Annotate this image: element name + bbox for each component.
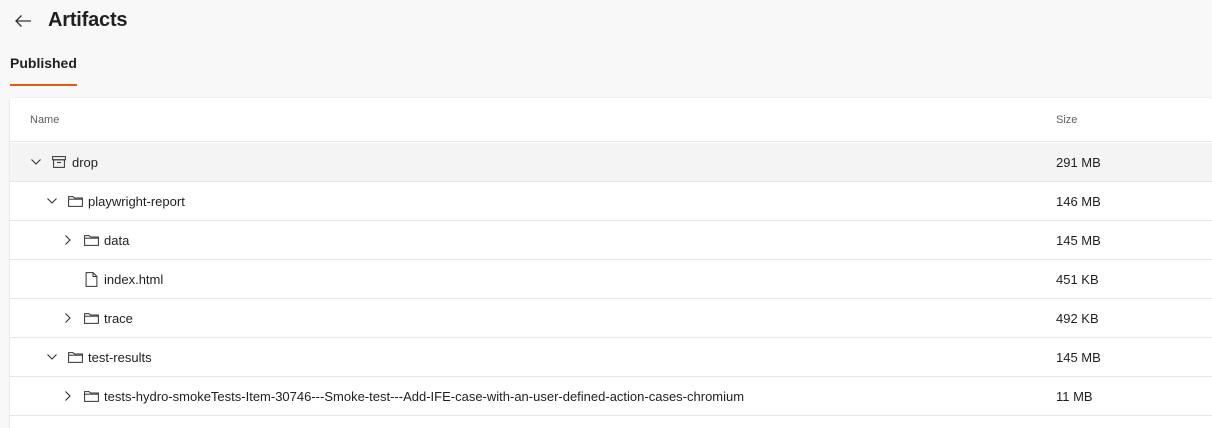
row-size: 451 KB <box>1056 272 1099 287</box>
folder-icon <box>67 349 83 365</box>
table-row[interactable]: data 145 MB <box>10 221 1212 260</box>
tab-published[interactable]: Published <box>10 52 77 86</box>
row-name: drop <box>72 155 99 170</box>
chevron-down-icon[interactable] <box>46 195 58 207</box>
row-size: 291 MB <box>1056 155 1101 170</box>
archive-icon <box>51 154 67 170</box>
folder-icon <box>83 310 99 326</box>
row-size: 146 MB <box>1056 194 1101 209</box>
chevron-down-icon[interactable] <box>46 351 58 363</box>
row-name: playwright-report <box>88 194 185 209</box>
table-row[interactable]: test-results 145 MB <box>10 338 1212 377</box>
row-name: trace <box>104 311 133 326</box>
table-row[interactable]: index.html 451 KB <box>10 260 1212 299</box>
row-size: 11 MB <box>1056 389 1093 404</box>
row-size: 145 MB <box>1056 350 1101 365</box>
page-header: Artifacts <box>0 0 1212 42</box>
column-header-size[interactable]: Size <box>1056 113 1077 127</box>
arrow-left-icon <box>14 14 32 28</box>
folder-icon <box>83 232 99 248</box>
table-row[interactable]: playwright-report 146 MB <box>10 182 1212 221</box>
column-header-name[interactable]: Name <box>30 113 59 127</box>
chevron-right-icon[interactable] <box>62 312 74 324</box>
file-icon <box>83 271 99 287</box>
chevron-down-icon[interactable] <box>30 156 42 168</box>
table-row[interactable]: drop 291 MB <box>10 143 1212 182</box>
artifacts-table: Name Size drop 291 MB playwright-report … <box>10 98 1212 428</box>
row-name: index.html <box>104 272 164 287</box>
row-name: data <box>104 233 130 248</box>
table-row[interactable]: tests-hydro-smokeTests-Item-30746---Smok… <box>10 377 1212 416</box>
row-name: test-results <box>88 350 152 365</box>
table-header: Name Size <box>10 98 1212 142</box>
folder-icon <box>67 193 83 209</box>
row-name: tests-hydro-smokeTests-Item-30746---Smok… <box>104 389 745 404</box>
row-size: 492 KB <box>1056 311 1099 326</box>
back-button[interactable] <box>12 10 34 32</box>
folder-icon <box>83 388 99 404</box>
page-title: Artifacts <box>48 9 128 31</box>
chevron-right-icon[interactable] <box>62 390 74 402</box>
tab-bar: Published <box>10 52 77 86</box>
chevron-right-icon[interactable] <box>62 234 74 246</box>
row-size: 145 MB <box>1056 233 1101 248</box>
table-row[interactable]: trace 492 KB <box>10 299 1212 338</box>
